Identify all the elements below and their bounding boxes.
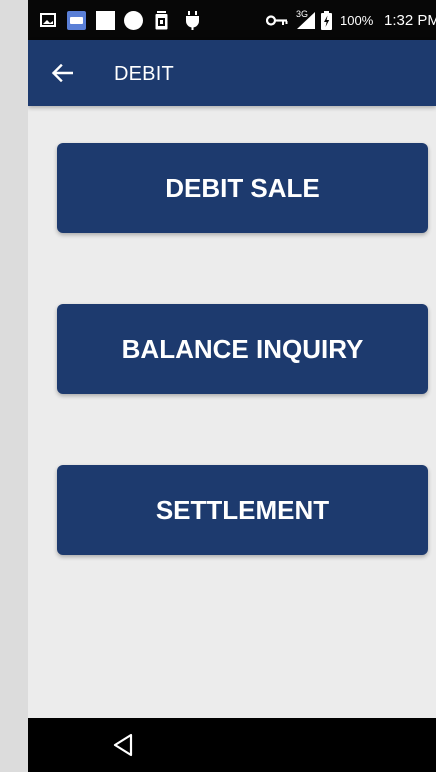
main-content: DEBIT SALE BALANCE INQUIRY SETTLEMENT [28, 106, 436, 718]
phone-screen: 3G 100% 1:32 PM DEBIT DEBIT SALE BALANCE… [28, 0, 436, 772]
app-badge-icon [67, 11, 86, 30]
system-nav-bar [28, 718, 436, 772]
triangle-back-icon[interactable] [110, 731, 138, 759]
outer-margin [0, 0, 28, 772]
square-icon [96, 11, 115, 30]
sim-icon [155, 11, 168, 30]
balance-inquiry-button[interactable]: BALANCE INQUIRY [57, 304, 428, 394]
key-icon [266, 15, 288, 26]
battery-percentage: 100% [340, 13, 374, 28]
image-icon [40, 13, 56, 27]
debit-sale-button[interactable]: DEBIT SALE [57, 143, 428, 233]
clock-time: 1:32 PM [384, 12, 436, 29]
android-icon [186, 11, 199, 30]
circle-icon [124, 11, 143, 30]
back-button[interactable] [46, 57, 78, 89]
battery-charging-icon [321, 11, 332, 30]
status-bar: 3G 100% 1:32 PM [28, 0, 436, 40]
arrow-left-icon [51, 64, 73, 82]
app-bar: DEBIT [28, 40, 436, 106]
page-title: DEBIT [114, 63, 174, 85]
signal-3g-icon [297, 12, 315, 29]
system-indicators: 3G 100% 1:32 PM [266, 0, 436, 40]
settlement-button[interactable]: SETTLEMENT [57, 465, 428, 555]
